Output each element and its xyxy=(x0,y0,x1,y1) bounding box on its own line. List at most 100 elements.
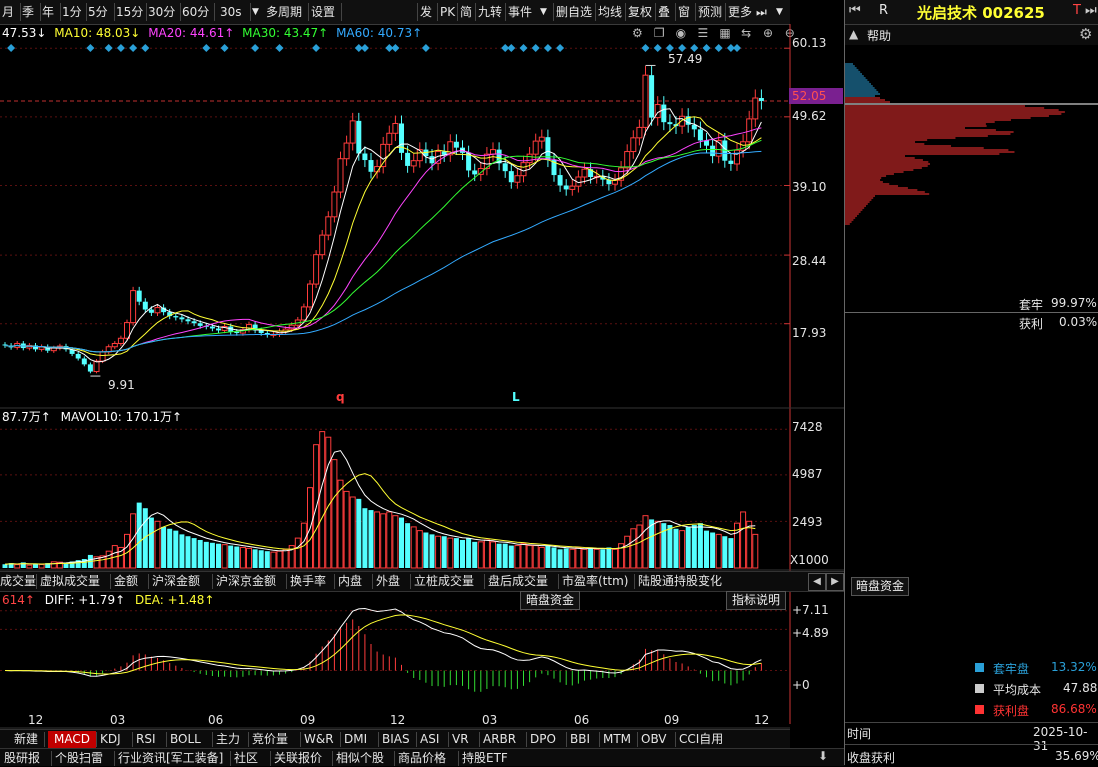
ind-tab-9[interactable]: BIAS xyxy=(382,731,410,748)
vol-tab-9[interactable]: 盘后成交量 xyxy=(488,573,548,590)
help-icon[interactable]: ▲ xyxy=(849,27,858,41)
ind-tab-10[interactable]: ASI xyxy=(420,731,439,748)
news-tab-0[interactable]: 股研报 xyxy=(4,750,40,767)
more-dropdown-icon[interactable]: ▼ xyxy=(776,3,783,21)
period-btn-0[interactable]: 月 xyxy=(2,3,14,21)
panel-last-icon[interactable]: ⏭ xyxy=(1085,3,1097,18)
vol-tab-11[interactable]: 陆股通持股变化 xyxy=(638,573,722,590)
scroll-right-icon[interactable]: ▶ xyxy=(826,573,844,591)
period-btn-6[interactable]: 30分 xyxy=(148,3,175,21)
panel-dark-pool-button[interactable]: 暗盘资金 xyxy=(851,577,910,596)
divider xyxy=(845,744,1098,745)
volume-bar xyxy=(216,543,221,568)
event-marker-l[interactable]: L xyxy=(512,390,520,404)
candle-body xyxy=(514,175,521,183)
vol-tab-10[interactable]: 市盈率(ttm) xyxy=(562,573,628,590)
vol-tab-7[interactable]: 外盘 xyxy=(376,573,400,590)
tool-btn-11[interactable]: 更多 xyxy=(728,3,752,21)
period-btn-5[interactable]: 15分 xyxy=(116,3,143,21)
period-btn-10[interactable]: 设置 xyxy=(311,3,335,21)
panel-header: ⏮ R 光启技术 002625 T ⏭ xyxy=(845,0,1098,25)
tool-btn-6[interactable]: 均线 xyxy=(598,3,622,21)
profit-value: 0.03% xyxy=(1059,315,1098,329)
ind-tab-5[interactable]: 主力 xyxy=(216,731,240,748)
candle-body xyxy=(130,290,137,324)
vol-tab-6[interactable]: 内盘 xyxy=(338,573,362,590)
month-label: 06 xyxy=(574,713,590,727)
period-btn-8[interactable]: 30s xyxy=(220,3,242,21)
tool-btn-5[interactable]: 删自选 xyxy=(556,3,592,21)
period-btn-1[interactable]: 季 xyxy=(22,3,34,21)
collapse-icon[interactable]: ⏭ xyxy=(756,3,767,21)
news-tab-5[interactable]: 相似个股 xyxy=(336,750,384,767)
panel-nav-r[interactable]: R xyxy=(879,3,888,18)
period-btn-4[interactable]: 5分 xyxy=(88,3,108,21)
tool-btn-0[interactable]: 发 xyxy=(420,3,432,21)
ind-tab-8[interactable]: DMI xyxy=(344,731,367,748)
chip-distribution-chart xyxy=(845,63,1098,225)
ind-tab-1[interactable]: MACD xyxy=(48,731,96,748)
volume-bar xyxy=(173,530,179,568)
vol-tab-2[interactable]: 金额 xyxy=(114,573,138,590)
panel-settings-gear-icon[interactable]: ⚙ xyxy=(1079,25,1092,43)
candle-body xyxy=(581,168,588,178)
help-label[interactable]: 帮助 xyxy=(867,27,891,44)
period-btn-9[interactable]: 多周期 xyxy=(266,3,302,21)
period-dropdown-icon[interactable]: ▼ xyxy=(252,3,259,21)
ind-tab-13[interactable]: DPO xyxy=(530,731,556,748)
ind-tab-4[interactable]: BOLL xyxy=(170,731,201,748)
candle-body xyxy=(93,360,100,373)
news-tab-7[interactable]: 持股ETF xyxy=(462,750,508,767)
news-tab-6[interactable]: 商品价格 xyxy=(398,750,446,767)
event-marker-q[interactable]: q xyxy=(336,390,345,404)
news-tab-4[interactable]: 关联报价 xyxy=(274,750,322,767)
vol-tab-5[interactable]: 换手率 xyxy=(290,573,326,590)
tool-btn-3[interactable]: 九转 xyxy=(478,3,502,21)
tool-btn-7[interactable]: 复权 xyxy=(628,3,652,21)
tool-btn-2[interactable]: 简 xyxy=(460,3,472,21)
ind-tab-0[interactable]: 新建 xyxy=(14,731,38,748)
panel-first-icon[interactable]: ⏮ xyxy=(849,3,861,18)
tool-btn-1[interactable]: PK xyxy=(440,3,455,21)
period-btn-2[interactable]: 年 xyxy=(42,3,54,21)
ind-tab-2[interactable]: KDJ xyxy=(100,731,121,748)
vol-tab-8[interactable]: 立桩成交量 xyxy=(414,573,474,590)
news-tab-1[interactable]: 个股扫雷 xyxy=(55,750,103,767)
tool-btn-10[interactable]: 预测 xyxy=(698,3,722,21)
tool-btn-4[interactable]: 事件 xyxy=(508,3,532,21)
ind-tab-15[interactable]: MTM xyxy=(603,731,631,748)
tool-btn-8[interactable]: 叠 xyxy=(658,3,670,21)
panel-t-icon[interactable]: T xyxy=(1073,3,1081,18)
high-price-note: 57.49 xyxy=(668,52,703,66)
indicator-help-button[interactable]: 指标说明 xyxy=(726,591,787,610)
ind-tab-11[interactable]: VR xyxy=(452,731,469,748)
volume-bar xyxy=(685,526,691,568)
vol-tab-3[interactable]: 沪深金额 xyxy=(152,573,200,590)
candle-body xyxy=(758,98,764,101)
volume-bar xyxy=(161,526,167,568)
dark-pool-button[interactable]: 暗盘资金 xyxy=(520,591,581,610)
scroll-left-icon[interactable]: ◀ xyxy=(808,573,826,591)
ind-tab-12[interactable]: ARBR xyxy=(483,731,516,748)
ind-tab-3[interactable]: RSI xyxy=(136,731,156,748)
volume-bar xyxy=(453,538,459,568)
download-icon[interactable]: ⬇ xyxy=(818,749,828,763)
vol-tab-0[interactable]: 成交量 xyxy=(0,573,36,590)
macd-tick-label: +4.89 xyxy=(792,626,829,640)
news-tab-3[interactable]: 社区 xyxy=(234,750,258,767)
ind-tab-17[interactable]: CCI自用 xyxy=(679,731,723,748)
ind-tab-7[interactable]: W&R xyxy=(304,731,334,748)
vol-tab-4[interactable]: 沪深京金额 xyxy=(216,573,276,590)
news-tab-2[interactable]: 行业资讯[军工装备] xyxy=(118,750,223,767)
period-btn-7[interactable]: 60分 xyxy=(182,3,209,21)
vol-tab-1[interactable]: 虚拟成交量 xyxy=(40,573,100,590)
ind-tab-6[interactable]: 竞价量 xyxy=(252,731,288,748)
legend-label: 套牢盘 xyxy=(993,662,1030,676)
event-dropdown-icon[interactable]: ▼ xyxy=(540,3,547,21)
tool-btn-9[interactable]: 窗 xyxy=(678,3,690,21)
volume-bar xyxy=(514,545,521,569)
ind-tab-14[interactable]: BBI xyxy=(570,731,590,748)
volume-bar xyxy=(520,543,527,569)
ind-tab-16[interactable]: OBV xyxy=(641,731,667,748)
period-btn-3[interactable]: 1分 xyxy=(62,3,82,21)
